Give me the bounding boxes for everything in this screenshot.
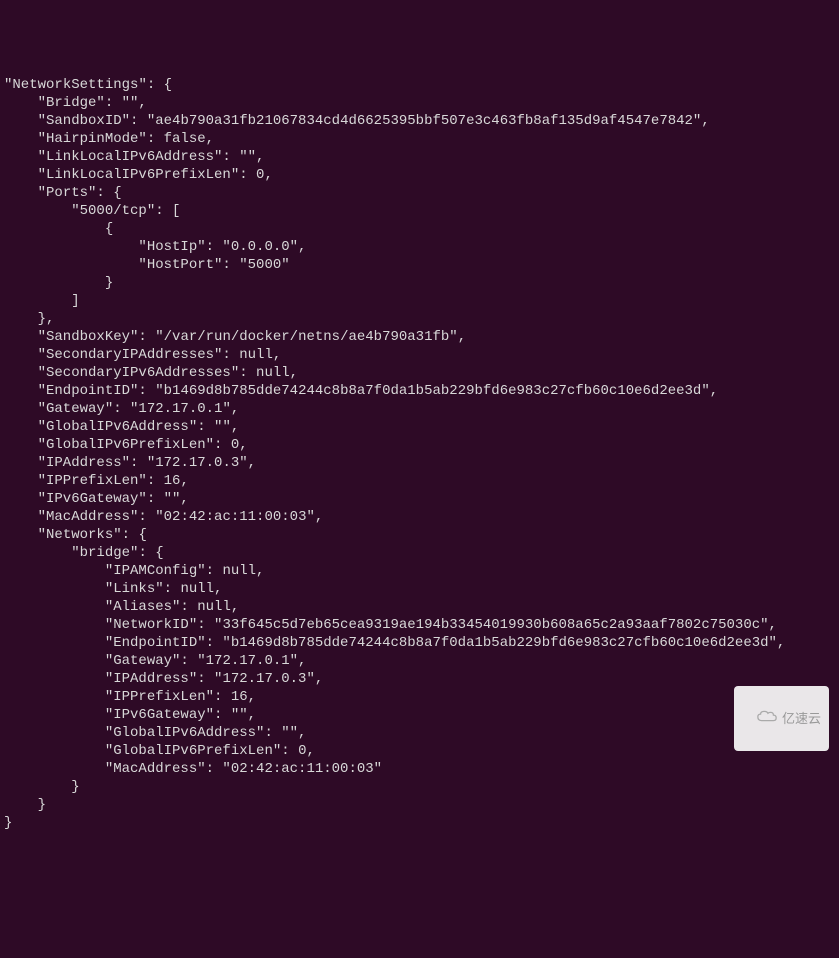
json-key: 5000/tcp [80,203,147,219]
json-value: 172.17.0.1 [206,653,290,669]
json-value: null [256,365,290,381]
json-value: b1469d8b785dde74244c8b8a7f0da1b5ab229bfd… [231,635,769,651]
json-key: bridge [80,545,130,561]
watermark-text: 亿速云 [782,710,821,728]
json-value: null [239,347,273,363]
json-value: 02:42:ac:11:00:03 [231,761,374,777]
json-value: null [222,563,256,579]
terminal-output: "NetworkSettings": { "Bridge": "", "Sand… [4,76,835,832]
json-value: 16 [164,473,181,489]
json-value: 172.17.0.3 [155,455,239,471]
json-value: 02:42:ac:11:00:03 [164,509,307,525]
json-key: Networks [46,527,113,543]
json-value: 172.17.0.1 [138,401,222,417]
watermark: 亿速云 [734,686,829,751]
json-value: ae4b790a31fb21067834cd4d6625395bbf507e3c… [155,113,693,129]
json-value: 0.0.0.0 [231,239,290,255]
json-value: 0 [256,167,264,183]
json-value: false [164,131,206,147]
json-value: null [180,581,214,597]
json-value: null [197,599,231,615]
json-value: 33f645c5d7eb65cea9319ae194b33454019930b6… [222,617,760,633]
json-value: b1469d8b785dde74244c8b8a7f0da1b5ab229bfd… [164,383,702,399]
json-value: 5000 [248,257,282,273]
json-value: 0 [298,743,306,759]
json-value: 16 [231,689,248,705]
json-value: 172.17.0.3 [222,671,306,687]
json-key: Ports [46,185,88,201]
json-value: 0 [231,437,239,453]
json-value: /var/run/docker/netns/ae4b790a31fb [164,329,450,345]
cloud-icon [742,690,778,747]
json-key: NetworkSettings [12,77,138,93]
